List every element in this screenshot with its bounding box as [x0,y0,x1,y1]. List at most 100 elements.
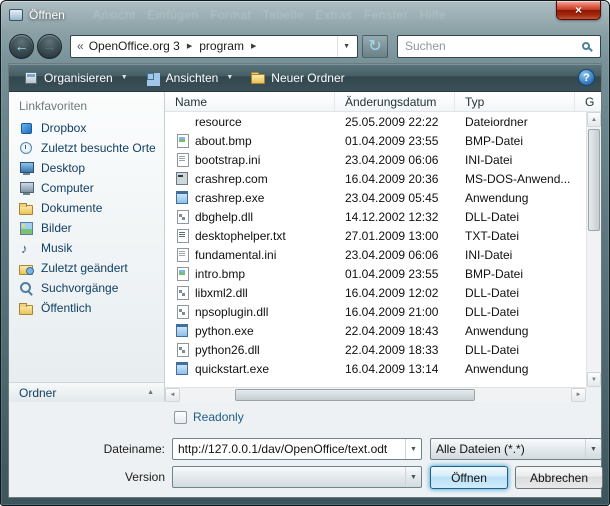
refresh-icon: ↻ [368,36,381,56]
sidebar-item-icon [19,282,34,295]
table-row[interactable]: quickstart.exe 16.04.2009 13:14 Anwendun… [165,359,586,378]
file-type-icon [175,153,189,166]
sidebar-item[interactable]: Bilder [9,218,164,238]
file-name: crashrep.exe [195,191,264,205]
chevron-down-icon: ▼ [226,74,233,81]
readonly-checkbox[interactable] [174,411,187,424]
filename-value: http://127.0.0.1/dav/OpenOffice/text.odt [173,442,405,456]
filename-input[interactable]: http://127.0.0.1/dav/OpenOffice/text.odt… [172,438,422,460]
file-type-icon [175,362,189,375]
column-header-size[interactable]: G [575,92,601,111]
back-arrow-icon: ← [15,38,29,54]
scroll-down-button[interactable]: ▼ [587,372,601,387]
file-type-icon [175,267,189,280]
back-button[interactable]: ← [9,34,34,59]
table-row[interactable]: crashrep.exe 23.04.2009 05:45 Anwendung [165,188,586,207]
breadcrumb-separator-icon[interactable]: ▶ [251,42,256,50]
sidebar-item[interactable]: Dropbox [9,118,164,138]
readonly-label: Readonly [193,410,244,424]
search-icon[interactable] [582,42,590,50]
file-type-icon [175,229,189,242]
file-name-cell: crashrep.com [165,172,335,186]
new-folder-button[interactable]: Neuer Ordner [242,67,353,89]
background-menu-ghost-text: Ansicht Einfügen Format Tabelle Extras F… [93,8,446,22]
help-button[interactable]: ? [578,69,595,86]
file-name: python.exe [195,324,254,338]
table-row[interactable]: resource 25.05.2009 22:22 Dateiordner [165,112,586,131]
table-row[interactable]: desktophelper.txt 27.01.2009 13:00 TXT-D… [165,226,586,245]
horizontal-scrollbar[interactable]: ◄ ► [165,387,586,402]
close-button[interactable]: × [556,1,601,20]
table-row[interactable]: python.exe 22.04.2009 18:43 Anwendung [165,321,586,340]
scroll-left-button[interactable]: ◄ [165,388,180,402]
file-date: 16.04.2009 20:36 [335,172,455,186]
refresh-button[interactable]: ↻ [362,35,388,58]
sidebar-item-label: Musik [41,241,72,255]
file-name: bootstrap.ini [195,153,260,167]
column-header-date[interactable]: Änderungsdatum [335,92,455,111]
table-row[interactable]: dbghelp.dll 14.12.2002 12:32 DLL-Datei [165,207,586,226]
scroll-up-button[interactable]: ▲ [587,112,601,127]
table-row[interactable]: fundamental.ini 23.04.2009 06:06 INI-Dat… [165,245,586,264]
main-area: Linkfavoriten Dropbox Zuletzt besuchte O… [9,92,601,402]
titlebar[interactable]: Öffnen Ansicht Einfügen Format Tabelle E… [1,1,609,29]
table-row[interactable]: bootstrap.ini 23.04.2009 06:06 INI-Datei [165,150,586,169]
sidebar-item[interactable]: Musik [9,238,164,258]
file-name-cell: resource [165,115,335,129]
file-type: BMP-Datei [455,134,575,148]
folders-expander[interactable]: Ordner ▲ [9,382,164,402]
breadcrumb-dropdown-icon[interactable]: ▼ [337,36,355,57]
vertical-scrollbar[interactable]: ▲ ▼ [586,112,601,387]
cancel-button[interactable]: Abbrechen [515,466,603,489]
filetype-select[interactable]: Alle Dateien (*.*) ▼ [430,438,602,460]
sidebar-item[interactable]: Zuletzt besuchte Orte [9,138,164,158]
folders-label: Ordner [19,386,56,400]
table-row[interactable]: intro.bmp 01.04.2009 23:55 BMP-Datei [165,264,586,283]
command-toolbar: Organisieren ▼ Ansichten ▼ Neuer Ordner … [9,64,601,92]
sidebar-item[interactable]: Zuletzt geändert [9,258,164,278]
column-header-name[interactable]: Name [165,92,335,111]
sidebar-item[interactable]: Computer [9,178,164,198]
breadcrumb-item-openoffice[interactable]: OpenOffice.org 3 [89,39,180,53]
file-name-cell: python.exe [165,324,335,338]
table-row[interactable]: python26.dll 22.04.2009 18:33 DLL-Datei [165,340,586,359]
version-dropdown-icon[interactable]: ▼ [405,467,421,487]
column-header-type[interactable]: Typ [455,92,575,111]
filename-dropdown-icon[interactable]: ▼ [405,439,421,459]
file-type: TXT-Datei [455,229,575,243]
breadcrumb-item-program[interactable]: program [199,39,244,53]
open-button[interactable]: Öffnen [430,466,508,489]
file-name-cell: bootstrap.ini [165,153,335,167]
breadcrumb-collapse-icon[interactable]: « [77,39,84,53]
filetype-value: Alle Dateien (*.*) [431,442,585,456]
views-button[interactable]: Ansichten ▼ [137,67,243,89]
table-row[interactable]: npsoplugin.dll 16.04.2009 21:00 DLL-Date… [165,302,586,321]
sidebar-item[interactable]: Öffentlich [9,298,164,318]
table-row[interactable]: about.bmp 01.04.2009 23:55 BMP-Datei [165,131,586,150]
scroll-up-icon: ▲ [591,117,597,123]
vertical-scroll-thumb[interactable] [588,129,600,231]
sidebar-item[interactable]: Suchvorgänge [9,278,164,298]
version-select[interactable]: ▼ [172,466,422,488]
file-date: 16.04.2009 21:00 [335,305,455,319]
scroll-right-button[interactable]: ► [571,388,586,402]
file-type: DLL-Datei [455,286,575,300]
sidebar-item[interactable]: Desktop [9,158,164,178]
filetype-dropdown-icon[interactable]: ▼ [585,439,601,459]
forward-button[interactable]: → [37,34,62,59]
favorites-header: Linkfavoriten [9,92,164,118]
scrollbar-corner [586,387,601,402]
file-name: npsoplugin.dll [195,305,268,319]
file-type: DLL-Datei [455,343,575,357]
sidebar-item-label: Bilder [41,221,72,235]
table-row[interactable]: crashrep.com 16.04.2009 20:36 MS-DOS-Anw… [165,169,586,188]
sidebar-item[interactable]: Dokumente [9,198,164,218]
organize-button[interactable]: Organisieren ▼ [15,67,137,89]
scroll-left-icon: ◄ [170,392,176,398]
file-type: Dateiordner [455,115,575,129]
horizontal-scroll-thumb[interactable] [235,389,475,401]
breadcrumb-separator-icon[interactable]: ▶ [187,42,192,50]
table-row[interactable]: libxml2.dll 16.04.2009 12:02 DLL-Datei [165,283,586,302]
search-input[interactable]: Suchen [397,35,601,58]
file-name-cell: desktophelper.txt [165,229,335,243]
